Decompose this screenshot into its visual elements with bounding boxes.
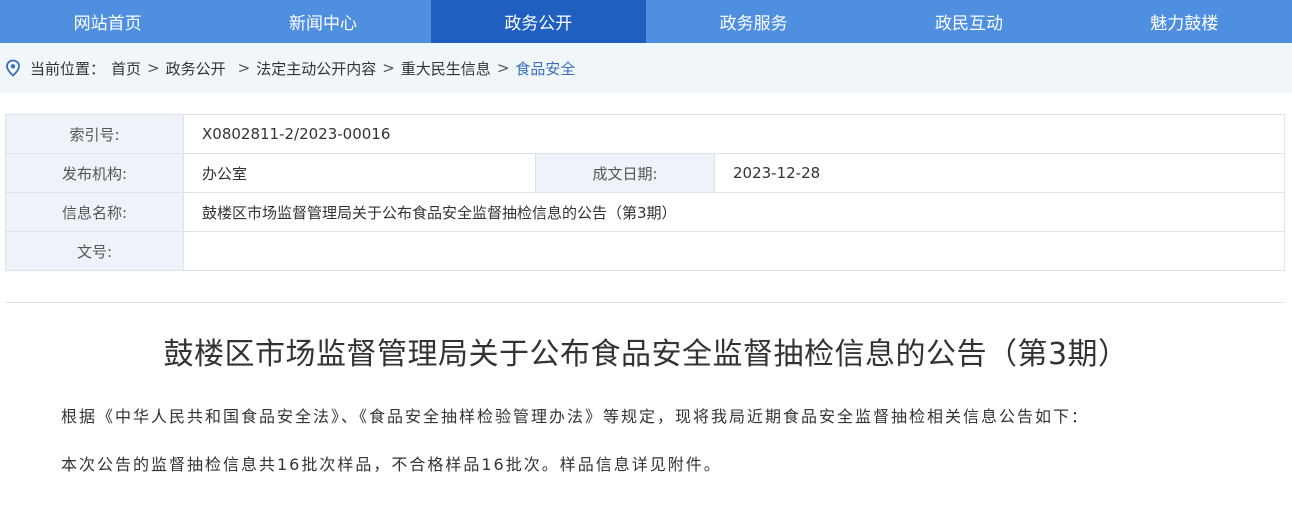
nav-item-home[interactable]: 网站首页 (0, 0, 215, 43)
name-value: 鼓楼区市场监督管理局关于公布食品安全监督抽检信息的公告（第3期） (182, 192, 1286, 232)
table-row: 发布机构: 办公室 成文日期: 2023-12-28 (5, 153, 1286, 193)
doc-number-label: 文号: (5, 231, 184, 271)
nav-item-interaction[interactable]: 政民互动 (861, 0, 1076, 43)
table-row: 索引号: X0802811-2/2023-00016 (5, 114, 1286, 154)
location-pin-icon (6, 59, 20, 77)
date-value: 2023-12-28 (713, 153, 1286, 193)
table-row: 文号: (5, 231, 1286, 271)
index-value: X0802811-2/2023-00016 (182, 114, 1286, 154)
nav-item-gov-service[interactable]: 政务服务 (646, 0, 861, 43)
org-label: 发布机构: (5, 153, 184, 193)
article-paragraph: 根据《中华人民共和国食品安全法》、《食品安全抽样检验管理办法》等规定，现将我局近… (61, 407, 1090, 426)
article-paragraph: 本次公告的监督抽检信息共16批次样品，不合格样品16批次。样品信息详见附件。 (61, 455, 722, 474)
nav-item-gov-open[interactable]: 政务公开 (430, 0, 646, 43)
top-nav: 网站首页 新闻中心 政务公开 政务服务 政民互动 魅力鼓楼 (0, 0, 1292, 43)
date-label: 成文日期: (535, 153, 715, 193)
nav-item-gulou[interactable]: 魅力鼓楼 (1077, 0, 1292, 43)
article-title: 鼓楼区市场监督管理局关于公布食品安全监督抽检信息的公告（第3期） (163, 337, 1129, 372)
breadcrumb-current[interactable]: 食品安全 (515, 58, 575, 79)
nav-item-news[interactable]: 新闻中心 (215, 0, 430, 43)
breadcrumb-separator: > (496, 59, 510, 77)
breadcrumb-gov-open[interactable]: 政务公开 (166, 58, 226, 79)
breadcrumb-separator: > (147, 59, 160, 77)
breadcrumb-prefix: 当前位置： (30, 59, 106, 78)
breadcrumb-livelihood[interactable]: 重大民生信息 (401, 58, 491, 79)
breadcrumb-home[interactable]: 首页 (111, 58, 141, 79)
info-table: 索引号: X0802811-2/2023-00016 发布机构: 办公室 成文日… (5, 114, 1286, 271)
breadcrumb-separator: > (382, 59, 395, 77)
name-label: 信息名称: (5, 192, 184, 232)
doc-number-value (182, 231, 1286, 271)
index-label: 索引号: (5, 114, 184, 154)
table-row: 信息名称: 鼓楼区市场监督管理局关于公布食品安全监督抽检信息的公告（第3期） (5, 192, 1286, 232)
breadcrumb: 当前位置： 首页 > 政务公开 > 法定主动公开内容 > 重大民生信息 > 食品… (0, 43, 1292, 93)
org-value: 办公室 (183, 153, 536, 193)
breadcrumb-separator: > (237, 59, 251, 77)
divider (5, 302, 1284, 303)
breadcrumb-statutory[interactable]: 法定主动公开内容 (256, 58, 376, 79)
